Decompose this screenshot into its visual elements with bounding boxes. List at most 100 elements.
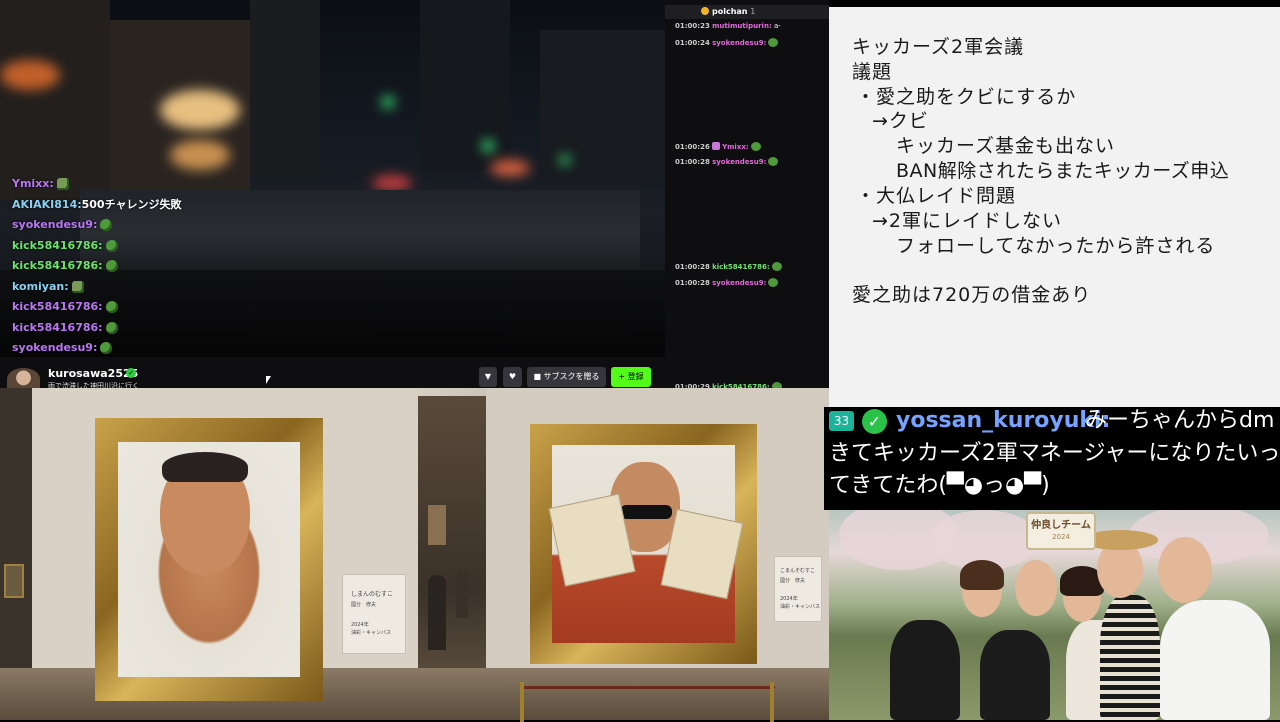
person [890,620,960,720]
overlay-chat-line: kick58416786: [12,297,272,318]
person-hair [960,560,1004,590]
chat-username[interactable]: Ymixx: [12,177,54,190]
pepe-emote-icon [105,301,118,313]
building [250,0,320,175]
pepe-emote-icon [768,278,779,287]
pinned-count: 1 [750,7,756,16]
chat-username[interactable]: syokendesu9: [712,279,766,287]
dino-emote-icon [56,178,69,190]
chat-username[interactable]: kick58416786: [12,259,103,272]
plaque-right: こまんそむすこ 國分 修夫 2024年 油彩・キャンバス [774,556,822,622]
heart-icon: ♥ [508,372,517,381]
plaque-title: しまんのむすこ [351,591,394,598]
overlay-chat-line: kick58416786: [12,256,272,277]
chat-username[interactable]: komiyan: [12,280,69,293]
highlight-message: みーちゃんからdm [1085,408,1275,433]
chat-timestamp: 01:00:26 [675,143,710,151]
board-title: キッカーズ2軍会議 [852,36,1025,58]
chat-username[interactable]: syokendesu9: [712,158,766,166]
chat-line: 01:00:23 mutimutipurin: a- [675,21,781,31]
plaque-year: 2024年 [780,596,798,602]
pepe-emote-icon [105,260,118,272]
plaque-medium: 油彩・キャンバス [351,630,392,636]
plaque-artist: 國分 修夫 [780,578,806,584]
person-head [1158,537,1212,603]
chat-username[interactable]: mutimutipurin: [712,22,772,30]
shop-light [160,90,240,130]
pepe-emote-icon [768,38,779,47]
channel-name[interactable]: kurosawa2525 [48,367,138,380]
building [420,0,510,170]
pepe-emote-icon [100,342,113,354]
chat-timestamp: 01:00:28 [675,158,710,166]
board-item: →クビ [872,110,929,132]
pepe-emote-icon [105,321,118,334]
avatar[interactable] [7,368,40,390]
verified-icon: ✓ [126,368,136,378]
chat-username[interactable]: AKIAKI814: [12,198,82,211]
overlay-chat-line: kick58416786: [12,236,272,257]
gift-sub-label: サブスクを贈る [543,372,600,381]
board-item: ・大仏レイド問題 [856,185,1017,207]
chat-panel [665,0,829,395]
verified-check-icon: ✓ [862,409,887,434]
barrier-post [520,682,524,722]
follow-button[interactable]: + 登録 [611,367,651,387]
chat-username[interactable]: syokendesu9: [12,218,97,231]
follow-label: 登録 [627,372,644,381]
heart-button[interactable]: ♥ [503,367,522,387]
chat-username[interactable]: Ymixx: [722,143,749,151]
shop-light [0,60,60,90]
person-head [1015,560,1057,616]
board-item: →2軍にレイドしない [872,210,1063,232]
overlay-chat-line: syokendesu9: [12,215,272,236]
chat-username[interactable]: syokendesu9: [712,39,766,47]
sub-badge: 33 [829,411,854,431]
chat-username[interactable]: syokendesu9: [12,341,97,354]
sunglasses [620,505,672,519]
plaque-medium: 油彩・キャンバス [780,604,821,610]
chat-message: 500チャレンジ失敗 [81,197,182,211]
highlight-message: てきてたわ(▀◕っ◕▀) [829,473,1050,498]
car-lights [490,160,530,176]
chat-line: 01:00:28 syokendesu9: [675,157,779,167]
overlay-chat-line: Ymixx: [12,174,272,195]
hallway-painting [428,505,446,545]
visitor-silhouette [456,570,468,618]
chat-username[interactable]: kick58416786: [12,300,103,313]
person [1100,595,1160,720]
gift-sub-button[interactable]: ■ サブスクを贈る [527,367,606,387]
building [0,0,110,200]
overlay-chat-line: kick58416786: [12,318,272,339]
dino-emote-icon [71,280,84,293]
chat-timestamp: 01:00:24 [675,39,710,47]
pinned-user: polchan [712,7,748,16]
overlay-chat-line: syokendesu9: [12,338,272,359]
chat-username[interactable]: kick58416786: [12,239,103,252]
plaque-title: こまんそむすこ [780,568,816,574]
pin-button[interactable]: ▼ [479,367,497,387]
sign-year: 2024 [1052,533,1070,541]
overlay-chat: Ymixx: AKIAKI814:500チャレンジ失敗 syokendesu9: ki… [12,174,272,359]
pepe-emote-icon [768,157,779,166]
chat-message: a- [773,22,781,30]
highlight-message: きてキッカーズ2軍マネージャーになりたいっ [829,441,1280,466]
board-note: 愛之助は720万の借金あり [852,284,1092,306]
barrier-post [770,682,774,722]
plaque-left: しまんのむすこ 國分 修夫 2024年 油彩・キャンバス [342,574,406,654]
traffic-light [560,155,570,165]
pepe-emote-icon [771,262,782,271]
pinned-gift-bar[interactable]: polchan 1 [665,5,829,19]
person [980,630,1050,720]
board-item: ・愛之助をクビにするか [856,86,1077,108]
chat-username[interactable]: kick58416786: [12,321,103,334]
board-item: キッカーズ基金も出ない [896,135,1116,157]
traffic-light [482,140,494,152]
chat-username[interactable]: kick58416786: [712,263,770,271]
sign-title: 仲良しチーム [1031,520,1091,531]
chat-timestamp: 01:00:28 [675,263,710,271]
pepe-emote-icon [100,219,113,231]
board-agenda: 議題 [852,61,893,83]
plaque-year: 2024年 [351,622,369,628]
chat-line: 01:00:28 syokendesu9: [675,278,779,288]
